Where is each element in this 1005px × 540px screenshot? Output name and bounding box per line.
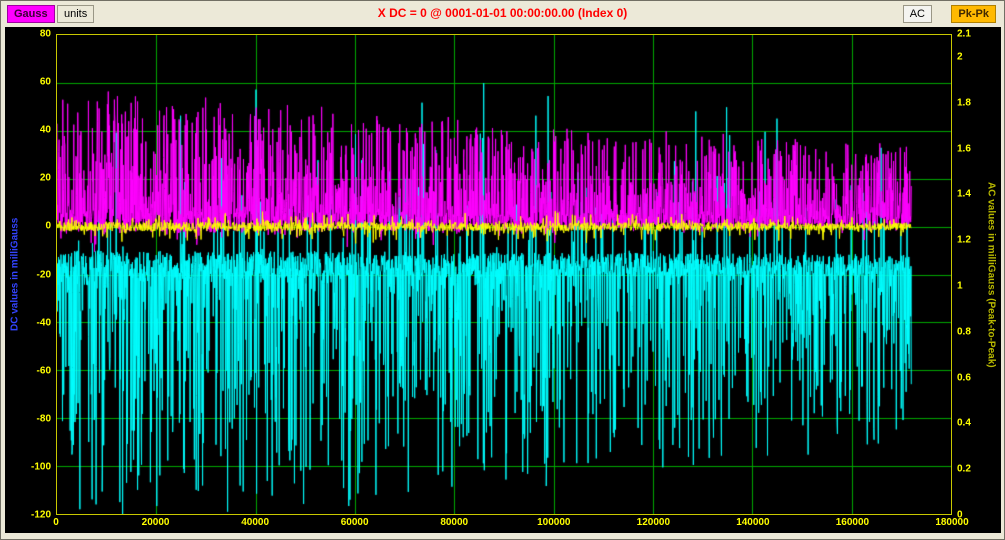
x-tick-labels: 0 20000 40000 60000 80000 100000 120000 140000 1… — [56, 517, 952, 531]
right-tick-labels: 2.121.81.61.41.210.80.60.40.20 — [955, 34, 985, 515]
cursor-readout-title: X DC = 0 @ 0001-01-01 00:00:00.00 (Index… — [1, 6, 1004, 20]
y-right-tick-label: 2.1 — [957, 29, 971, 40]
y-left-tick-label: -120 — [31, 510, 51, 521]
chart-panel: DC values in milliGauss 806040200-20-40-… — [5, 27, 1001, 533]
y-left-tick-label: -100 — [31, 461, 51, 472]
y-right-tick-label: 1.8 — [957, 97, 971, 108]
gauss-button[interactable]: Gauss — [7, 5, 55, 23]
pkpk-button[interactable]: Pk-Pk — [951, 5, 996, 23]
x-tick-label: 160000 — [836, 517, 869, 528]
y-left-tick-label: 0 — [45, 221, 51, 232]
x-tick-label: 60000 — [341, 517, 369, 528]
y-left-tick-label: 60 — [40, 77, 51, 88]
y-right-tick-label: 0.2 — [957, 464, 971, 475]
y-left-tick-label: -20 — [37, 269, 51, 280]
x-tick-label: 100000 — [537, 517, 570, 528]
y-left-tick-label: 80 — [40, 29, 51, 40]
x-tick-label: 80000 — [440, 517, 468, 528]
x-tick-label: 20000 — [142, 517, 170, 528]
y-right-tick-label: 0.4 — [957, 418, 971, 429]
x-tick-label: 140000 — [736, 517, 769, 528]
y-right-tick-label: 0.6 — [957, 372, 971, 383]
x-tick-label: 0 — [53, 517, 59, 528]
y-left-tick-label: -40 — [37, 317, 51, 328]
x-tick-label: 120000 — [637, 517, 670, 528]
y-left-tick-label: -60 — [37, 365, 51, 376]
instrument-window: Gauss units X DC = 0 @ 0001-01-01 00:00:… — [0, 0, 1005, 540]
y-left-tick-label: 20 — [40, 173, 51, 184]
toolbar: Gauss units X DC = 0 @ 0001-01-01 00:00:… — [1, 1, 1004, 27]
ac-button[interactable]: AC — [903, 5, 932, 23]
units-button[interactable]: units — [57, 5, 94, 23]
y-right-tick-label: 0.8 — [957, 326, 971, 337]
y-right-tick-label: 1.4 — [957, 189, 971, 200]
y-left-tick-label: 40 — [40, 125, 51, 136]
x-tick-label: 180000 — [935, 517, 968, 528]
plot-area[interactable] — [56, 34, 952, 515]
left-tick-labels: 806040200-20-40-60-80-100-120 — [21, 34, 53, 515]
y-right-tick-label: 1 — [957, 280, 963, 291]
y-right-tick-label: 2 — [957, 51, 963, 62]
waveform-canvas[interactable] — [57, 35, 951, 514]
y-right-tick-label: 1.2 — [957, 235, 971, 246]
right-axis-label: AC values in milliGauss (Peak-to-Peak) — [983, 34, 999, 515]
y-right-tick-label: 1.6 — [957, 143, 971, 154]
y-left-tick-label: -80 — [37, 413, 51, 424]
x-tick-label: 40000 — [241, 517, 269, 528]
